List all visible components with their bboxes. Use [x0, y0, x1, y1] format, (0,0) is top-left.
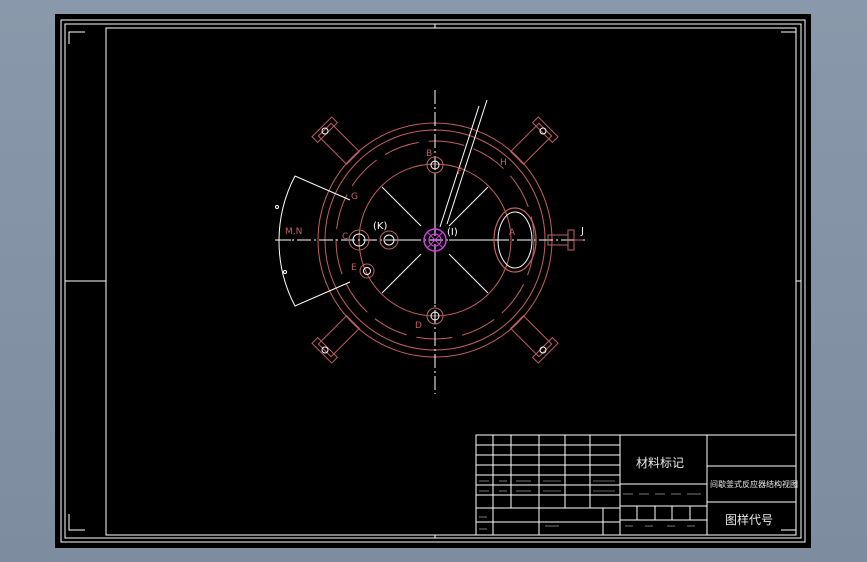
label-h: H — [500, 158, 507, 168]
label-f: F — [457, 167, 462, 177]
vessel-plan-view: B H F G C A E D M,N (K) (I) J — [275, 90, 585, 394]
cad-drawing: B H F G C A E D M,N (K) (I) J 材料标记 间歇釜式反… — [60, 19, 806, 543]
nozzle-sector-mn — [275, 175, 351, 307]
label-b: B — [426, 149, 432, 159]
label-e: E — [351, 263, 357, 273]
drawing-code-text: 图样代号 — [725, 512, 773, 527]
drawing-sheet: B H F G C A E D M,N (K) (I) J 材料标记 间歇釜式反… — [55, 14, 811, 548]
label-d: D — [415, 321, 422, 331]
nozzle-e — [359, 263, 375, 279]
label-c: C — [342, 232, 348, 242]
label-k: (K) — [373, 221, 387, 232]
label-g: G — [351, 192, 358, 202]
support-lug-bottom-left — [509, 314, 559, 364]
support-lug-top-left — [311, 314, 361, 364]
drawing-title-text: 间歇釜式反应器结构视图 — [710, 479, 798, 489]
support-lug-top-right — [311, 116, 361, 166]
support-lug-bottom-right — [509, 116, 559, 166]
label-i: (I) — [447, 227, 458, 238]
drawing-frame — [60, 19, 806, 543]
label-j: J — [580, 226, 584, 237]
material-mark-text: 材料标记 — [636, 456, 684, 470]
label-a: A — [509, 228, 516, 238]
label-mn: M,N — [285, 227, 302, 237]
